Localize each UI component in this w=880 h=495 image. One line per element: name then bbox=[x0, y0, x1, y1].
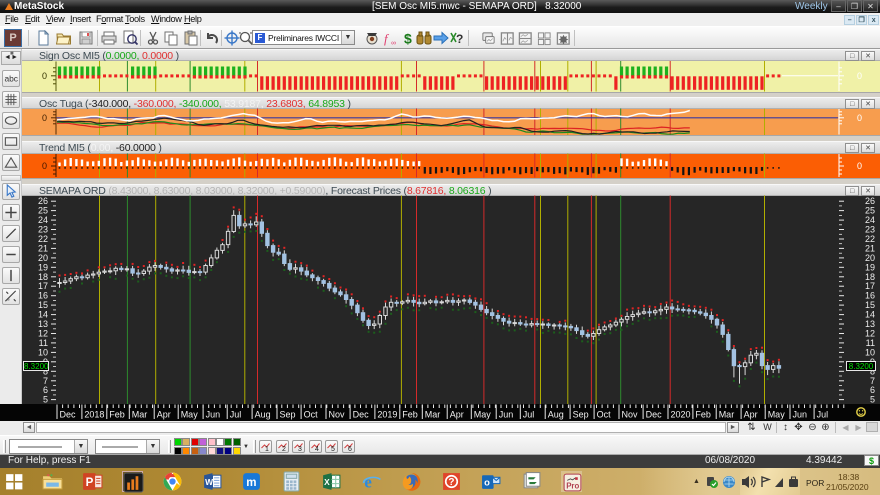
svg-text:?: ? bbox=[456, 32, 463, 46]
svg-text:6: 6 bbox=[348, 446, 352, 452]
svg-text:∞: ∞ bbox=[391, 40, 396, 46]
svg-text:2: 2 bbox=[282, 446, 286, 452]
svg-text:$: $ bbox=[404, 31, 412, 47]
svg-text:abc: abc bbox=[4, 73, 18, 83]
svg-text:5: 5 bbox=[331, 446, 335, 452]
svg-text:3: 3 bbox=[298, 446, 302, 452]
svg-text:f: f bbox=[384, 31, 390, 46]
svg-text:1: 1 bbox=[265, 446, 269, 452]
svg-text:4: 4 bbox=[315, 446, 319, 452]
